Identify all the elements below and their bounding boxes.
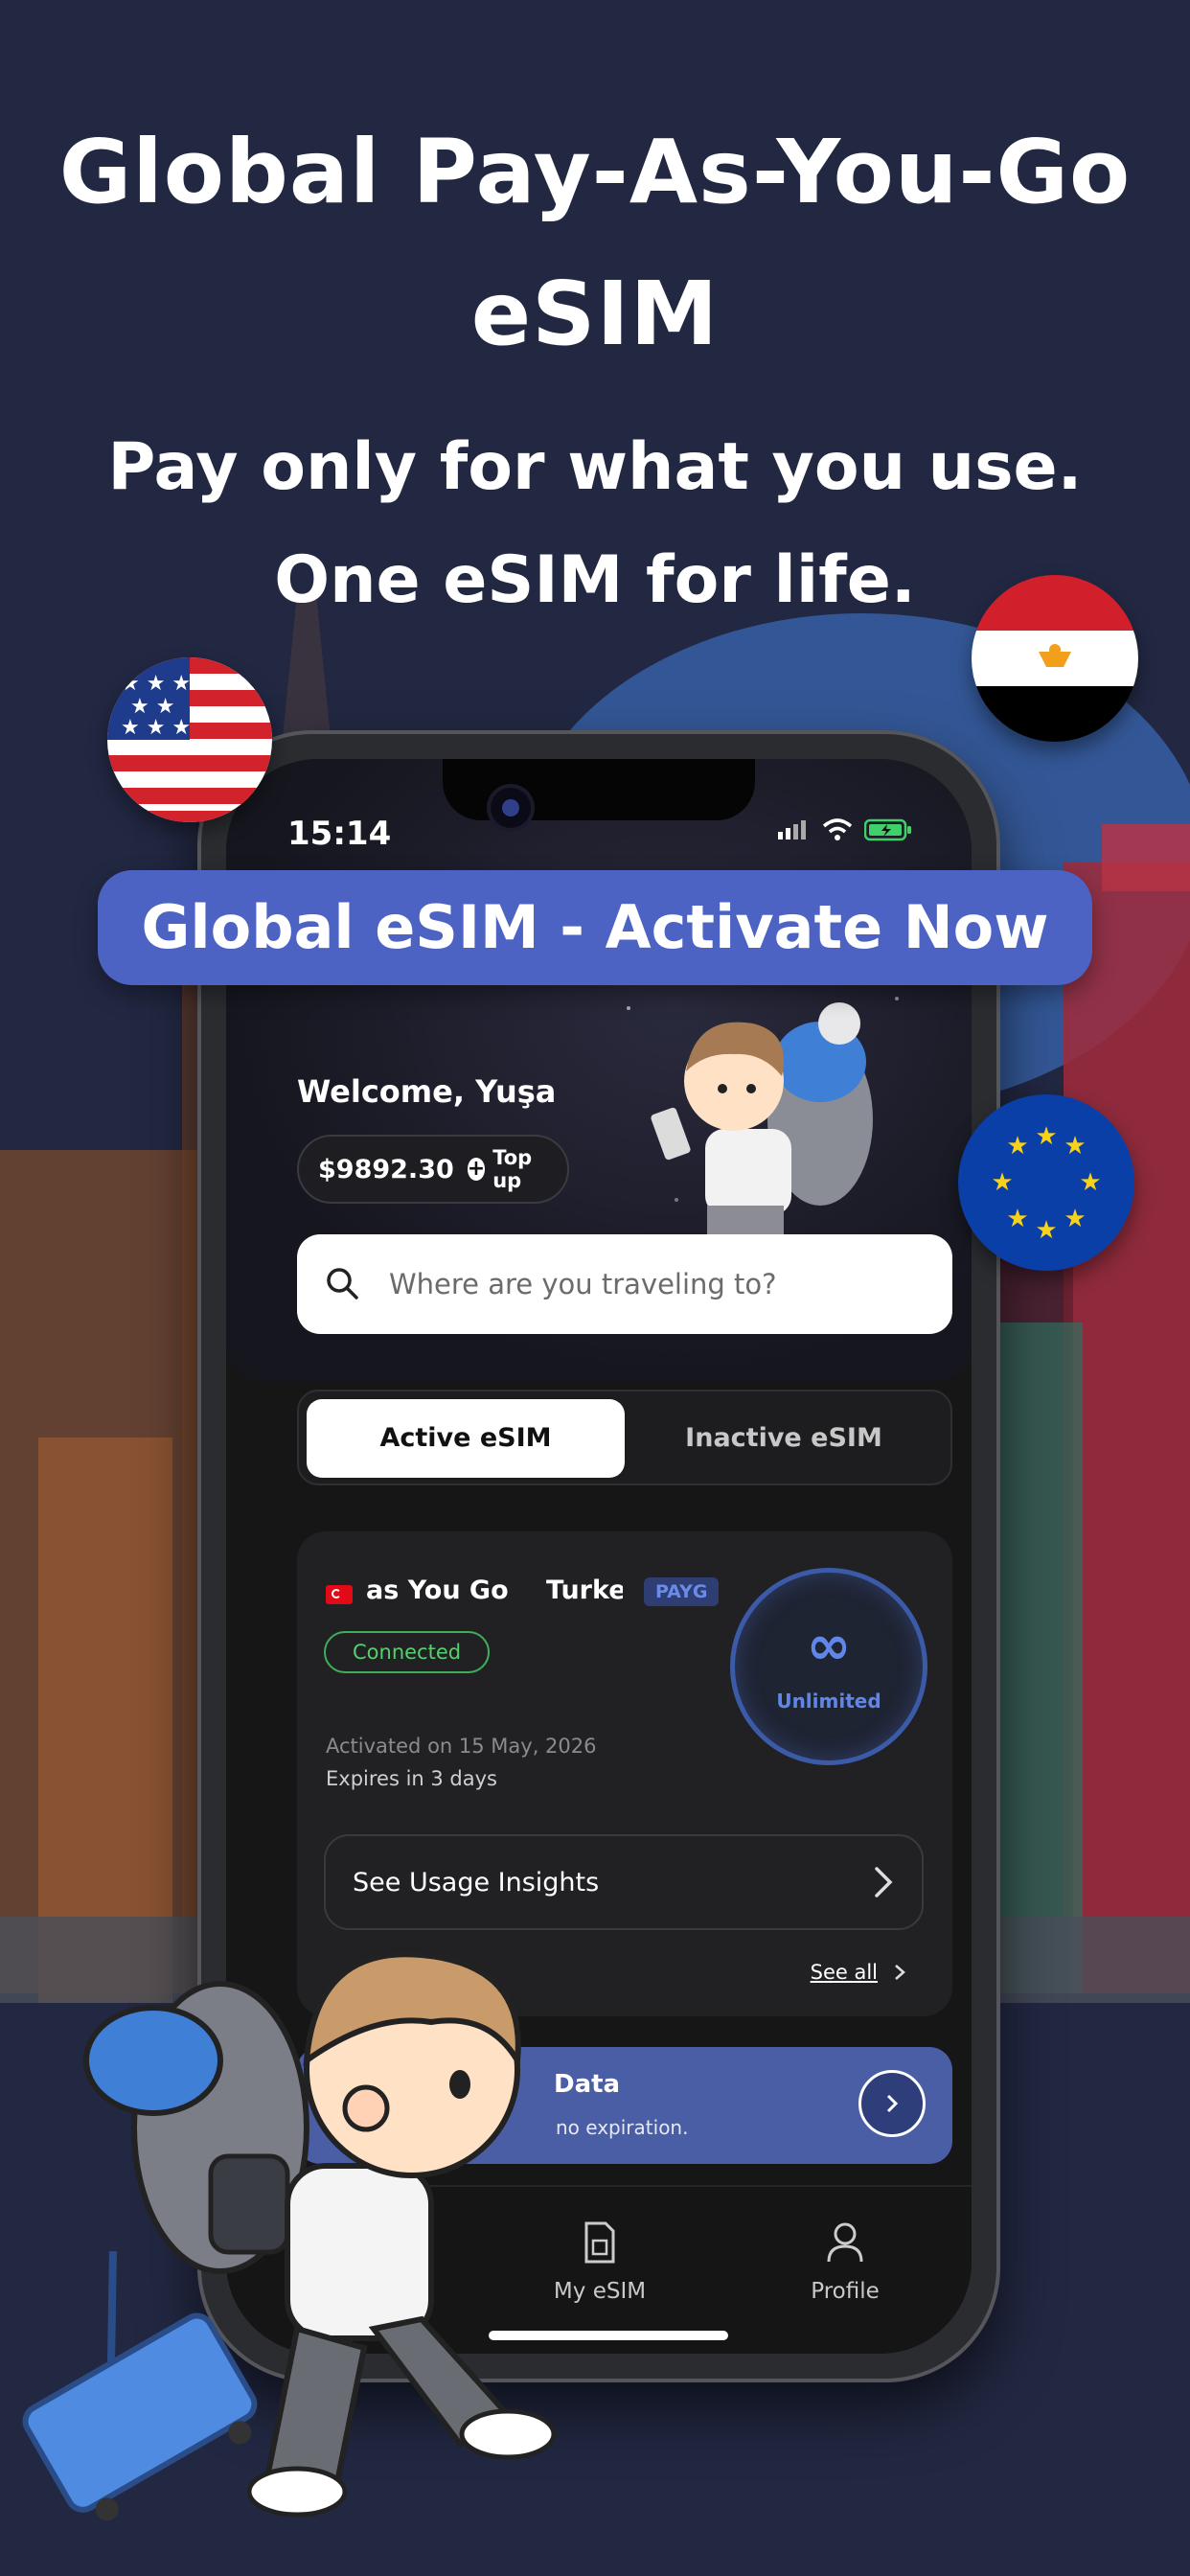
headline-title-esim: eSIM [470, 263, 720, 365]
svg-text:★: ★ [1035, 1216, 1057, 1245]
front-camera [491, 788, 531, 828]
plan-country: Turkey [546, 1576, 623, 1605]
person-icon [827, 2222, 863, 2263]
svg-text:★: ★ [1079, 1168, 1101, 1197]
chevron-right-icon [886, 2094, 899, 2113]
astronaut-kid-illustration [651, 1002, 873, 1244]
activated-date: Activated on 15 May, 2026 [326, 1735, 597, 1758]
chevron-right-icon [875, 1867, 893, 1898]
svg-text:★ ★ ★: ★ ★ ★ [121, 716, 191, 740]
promo-arrow-button[interactable] [858, 2070, 926, 2137]
search-placeholder: Where are you traveling to? [389, 1268, 777, 1300]
balance-amount: $9892.30 [318, 1154, 454, 1184]
search-icon [327, 1268, 358, 1300]
svg-text:★: ★ [1064, 1205, 1086, 1233]
unlimited-label: Unlimited [776, 1690, 881, 1713]
expiry-text: Expires in 3 days [326, 1767, 497, 1790]
svg-text:★: ★ [991, 1168, 1013, 1197]
status-badge: Connected [324, 1631, 491, 1673]
signal-icon [778, 820, 806, 840]
traveler-kid-illustration [22, 1951, 557, 2521]
us-flag-icon: ★ ★ ★ ★ ★ ★ ★ ★ [107, 657, 272, 822]
welcome-text: Welcome, Yuşa [297, 1073, 557, 1110]
balance-pill[interactable]: $9892.30 + Top up [297, 1135, 569, 1204]
dynamic-island [443, 759, 755, 820]
usage-insights-label: See Usage Insights [353, 1867, 600, 1898]
battery-icon [864, 818, 911, 841]
search-input[interactable]: Where are you traveling to? [297, 1234, 952, 1334]
status-time: 15:14 [287, 815, 392, 853]
tab-inactive-esim[interactable]: Inactive eSIM [625, 1399, 943, 1478]
tab-profile[interactable]: Profile [749, 2221, 941, 2304]
svg-text:★: ★ [1035, 1122, 1057, 1151]
headline-subtitle-1: Pay only for what you use. [107, 429, 1083, 505]
see-all-link[interactable]: See all [811, 1961, 906, 1984]
activate-now-banner[interactable]: Global eSIM - Activate Now [98, 870, 1092, 985]
chevron-right-icon [895, 1965, 905, 1980]
topup-label: Top up [492, 1146, 533, 1192]
see-all-label: See all [810, 1961, 878, 1984]
esim-segment-control: Active eSIM Inactive eSIM [297, 1390, 952, 1485]
eu-flag-icon: ★ ★ ★ ★ ★ ★ ★ ★ [958, 1094, 1134, 1271]
payg-badge: PAYG [644, 1577, 720, 1606]
tab-active-esim[interactable]: Active eSIM [307, 1399, 625, 1478]
plus-icon: + [467, 1157, 486, 1181]
data-usage-ring: ∞ Unlimited [730, 1568, 927, 1765]
egypt-flag-icon [972, 575, 1138, 742]
headline-title: Global Pay-As-You-Go [58, 121, 1132, 223]
sim-icon [584, 2221, 615, 2264]
status-icons [778, 818, 912, 841]
wifi-icon [822, 818, 853, 840]
infinity-icon: ∞ [806, 1615, 852, 1677]
topup-button[interactable]: + Top up [467, 1146, 548, 1192]
svg-text:★: ★ [1006, 1205, 1028, 1233]
turkey-flag-icon [326, 1585, 353, 1604]
plan-name: as You Go [366, 1576, 509, 1605]
tab-profile-label: Profile [811, 2279, 880, 2304]
svg-text:★: ★ [1064, 1132, 1086, 1161]
svg-text:★: ★ [1006, 1132, 1028, 1161]
